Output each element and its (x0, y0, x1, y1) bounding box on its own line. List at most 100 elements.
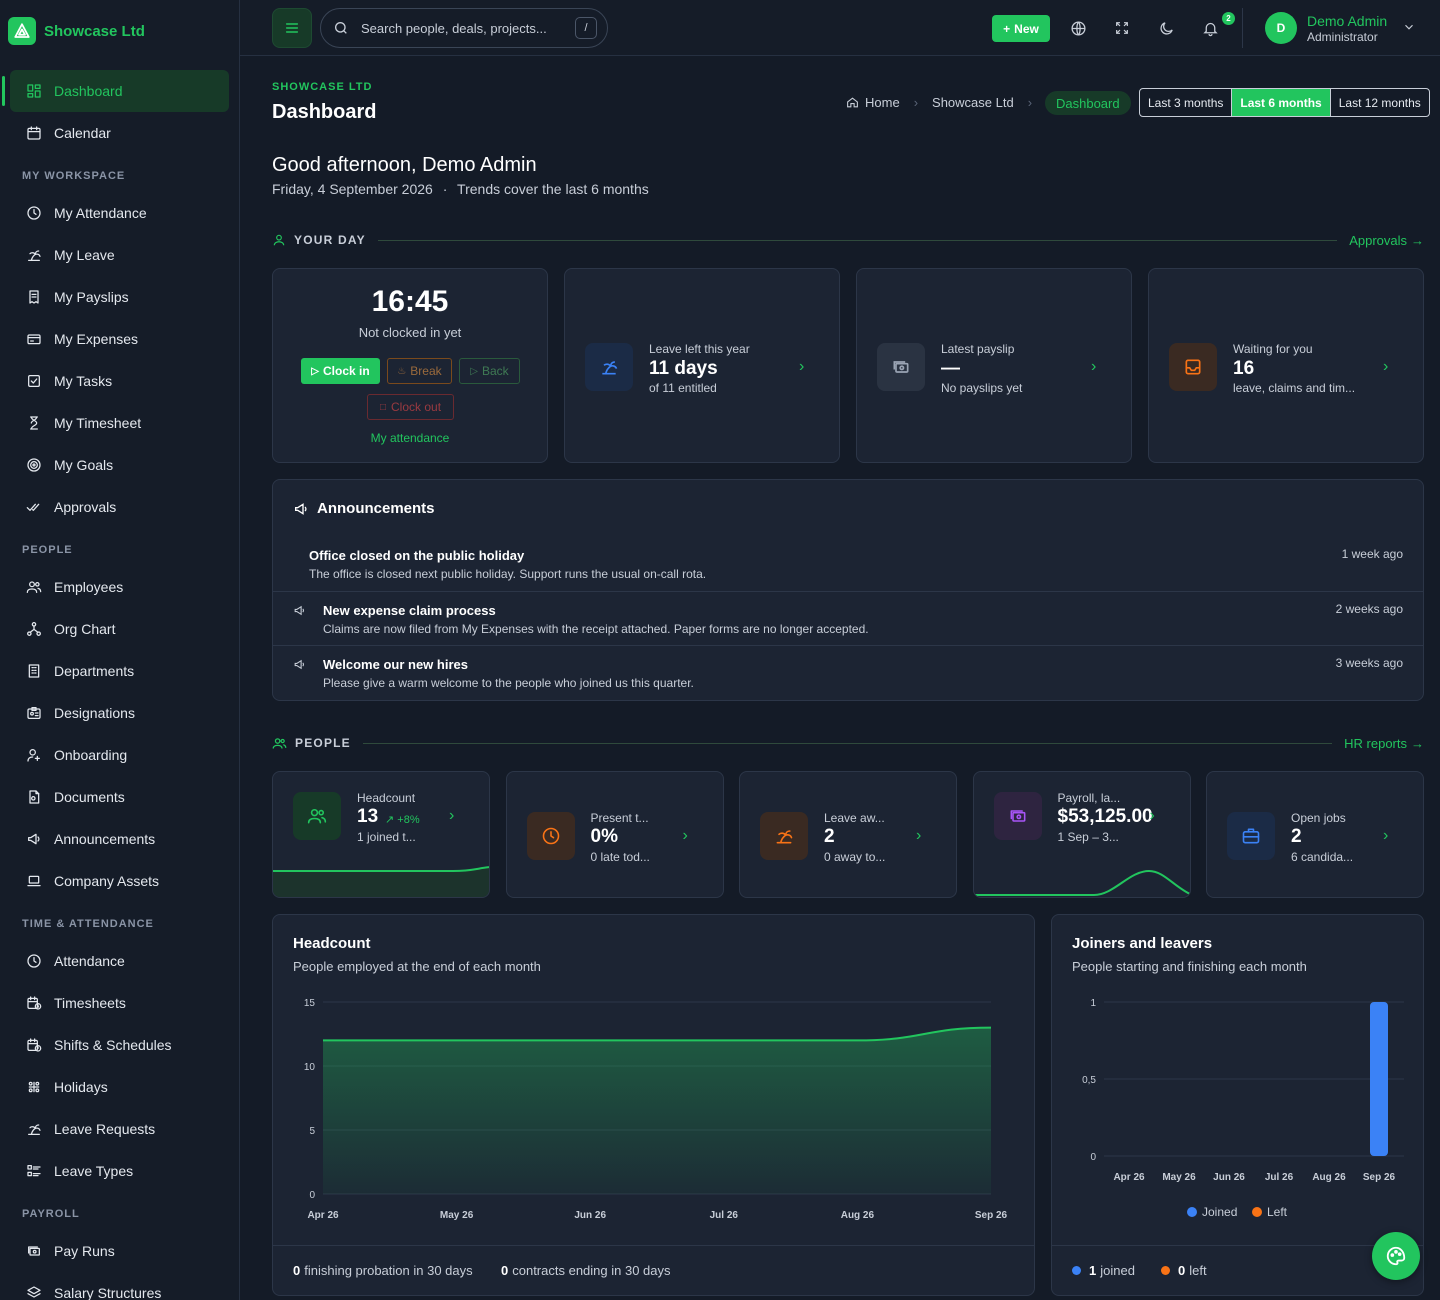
people-card-icon-box (1227, 812, 1275, 860)
chart-footer-divider (1052, 1245, 1423, 1246)
double-check-icon (26, 503, 40, 511)
sidebar-item-departments[interactable]: Departments (10, 650, 229, 692)
sidebar-nav: Dashboard Calendar MY WORKSPACE My Attendan… (0, 70, 239, 1300)
sidebar-item-my-expenses[interactable]: My Expenses (10, 318, 229, 360)
theme-palette-button[interactable] (1372, 1232, 1420, 1280)
sidebar-item-announcements[interactable]: Announcements (10, 818, 229, 860)
notifications-button[interactable] (1200, 18, 1220, 38)
announcements-title: Announcements (317, 500, 435, 517)
layers-icon (27, 1286, 41, 1298)
contracts-text: contracts ending in 30 days (512, 1263, 671, 1278)
sidebar-item-my-leave[interactable]: My Leave (10, 234, 229, 276)
sidebar-item-attendance[interactable]: Attendance (10, 940, 229, 982)
leave-left-card[interactable]: Leave left this year 11 days of 11 entit… (564, 268, 840, 463)
hourglass-icon (30, 416, 38, 430)
sidebar-item-leave-requests[interactable]: Leave Requests (10, 1108, 229, 1150)
sidebar-item-label: My Tasks (54, 373, 113, 389)
back-button[interactable]: ▷ Back (459, 358, 520, 384)
greeting-title: Good afternoon, Demo Admin (272, 154, 537, 176)
sidebar-item-my-timesheet[interactable]: My Timesheet (10, 402, 229, 444)
sidebar-item-company-assets[interactable]: Company Assets (10, 860, 229, 902)
sidebar-item-my-payslips[interactable]: My Payslips (10, 276, 229, 318)
announcement-item[interactable]: Office closed on the public holiday The o… (273, 536, 1423, 588)
theme-toggle-button[interactable] (1156, 18, 1176, 38)
clock-out-button[interactable]: □ Clock out (367, 394, 454, 420)
breadcrumb-home[interactable]: Home (865, 95, 900, 110)
left-text: left (1189, 1263, 1207, 1278)
user-name[interactable]: Demo Admin (1307, 13, 1387, 29)
user-role: Administrator (1307, 30, 1378, 44)
sidebar-item-org-chart[interactable]: Org Chart (10, 608, 229, 650)
sidebar-item-employees[interactable]: Employees (10, 566, 229, 608)
people-card-payroll-la[interactable]: Payroll, la... $53,125.00 1 Sep – 3... › (972, 771, 1191, 898)
people-card-label: Present t... (590, 811, 649, 825)
sidebar-item-holidays[interactable]: Holidays (10, 1066, 229, 1108)
new-button[interactable]: + New (992, 15, 1050, 42)
sidebar-item-label: Attendance (54, 953, 125, 969)
left-stat: 0 left (1161, 1263, 1207, 1278)
waiting-label: Waiting for you (1233, 342, 1313, 356)
fullscreen-button[interactable] (1112, 18, 1132, 38)
approvals-link[interactable]: Approvals (1349, 233, 1407, 248)
range-last-6-months[interactable]: Last 6 months (1231, 89, 1330, 116)
beach-icon (602, 361, 618, 375)
sidebar-item-label: Holidays (54, 1079, 108, 1095)
breadcrumb-company[interactable]: Showcase Ltd (932, 95, 1014, 110)
sidebar-item-label: Announcements (54, 831, 156, 847)
card-icon (27, 334, 41, 345)
legend-joined[interactable]: Joined (1202, 1205, 1237, 1219)
clock-in-button[interactable]: ▷ Clock in (301, 358, 380, 384)
break-button[interactable]: ♨ Break (387, 358, 452, 384)
sidebar-item-onboarding[interactable]: Onboarding (10, 734, 229, 776)
chevron-right-icon: › (799, 358, 805, 375)
sidebar-item-approvals[interactable]: Approvals (10, 486, 229, 528)
sidebar-item-documents[interactable]: Documents (10, 776, 229, 818)
contracts-stat: 0 contracts ending in 30 days (501, 1263, 671, 1278)
sidebar-item-dashboard[interactable]: Dashboard (2, 70, 229, 112)
menu-toggle-button[interactable] (272, 8, 312, 48)
sidebar-item-calendar[interactable]: Calendar (10, 112, 229, 154)
search-shortcut: / (575, 17, 597, 39)
people-card-value: 2 (1291, 826, 1302, 847)
people-card-present-t[interactable]: Present t... 0% 0 late tod... › (505, 771, 724, 898)
user-avatar[interactable]: D (1265, 12, 1297, 44)
search-input[interactable]: Search people, deals, projects... / (320, 8, 608, 48)
sidebar-item-my-tasks[interactable]: My Tasks (10, 360, 229, 402)
sidebar-item-leave-types[interactable]: Leave Types (10, 1150, 229, 1192)
headcount-chart-subtitle: People employed at the end of each month (293, 959, 541, 974)
people-card-headcount[interactable]: Headcount 13 ↗ +8% 1 joined t... › (272, 771, 490, 898)
x-tick-label: May 26 (1162, 1172, 1196, 1183)
y-tick-label: 15 (304, 998, 316, 1009)
hr-reports-link[interactable]: HR reports (1344, 736, 1407, 751)
y-tick-label: 0 (309, 1190, 315, 1201)
headcount-sparkline (273, 866, 489, 897)
sidebar-item-my-attendance[interactable]: My Attendance (10, 192, 229, 234)
brand[interactable]: Showcase Ltd (0, 0, 239, 62)
chevron-right-icon: › (682, 827, 688, 844)
headcount-chart-card: Headcount People employed at the end of … (272, 914, 1035, 1296)
range-last-3-months[interactable]: Last 3 months (1140, 89, 1231, 116)
beach-icon (28, 250, 41, 261)
language-button[interactable] (1068, 18, 1088, 38)
sidebar-item-designations[interactable]: Designations (10, 692, 229, 734)
bar-joined[interactable] (1370, 1002, 1388, 1156)
legend-left[interactable]: Left (1267, 1205, 1288, 1219)
sidebar-item-shifts-and-schedules[interactable]: Shifts & Schedules (10, 1024, 229, 1066)
sidebar-item-my-goals[interactable]: My Goals (10, 444, 229, 486)
payslip-card[interactable]: Latest payslip — No payslips yet › (856, 268, 1132, 463)
chevron-down-icon[interactable] (1402, 20, 1416, 34)
sidebar-item-timesheets[interactable]: Timesheets (10, 982, 229, 1024)
people-card-open-jobs[interactable]: Open jobs 2 6 candida... › (1206, 771, 1424, 898)
probation-text: finishing probation in 30 days (304, 1263, 473, 1278)
announcement-item[interactable]: New expense claim process Claims are now … (273, 591, 1423, 643)
my-attendance-link[interactable]: My attendance (273, 431, 547, 445)
probation-value: 0 (293, 1263, 301, 1278)
range-last-12-months[interactable]: Last 12 months (1329, 89, 1429, 116)
announcement-item[interactable]: Welcome our new hires Please give a warm … (273, 645, 1423, 697)
sidebar-item-salary-structures[interactable]: Salary Structures (10, 1272, 229, 1300)
people-card-leave-aw[interactable]: Leave aw... 2 0 away to... › (739, 771, 957, 898)
waiting-card[interactable]: Waiting for you 16 leave, claims and tim… (1148, 268, 1424, 463)
y-tick-label: 5 (309, 1126, 315, 1137)
sidebar-item-label: Employees (54, 579, 124, 595)
sidebar-item-pay-runs[interactable]: Pay Runs (10, 1230, 229, 1272)
